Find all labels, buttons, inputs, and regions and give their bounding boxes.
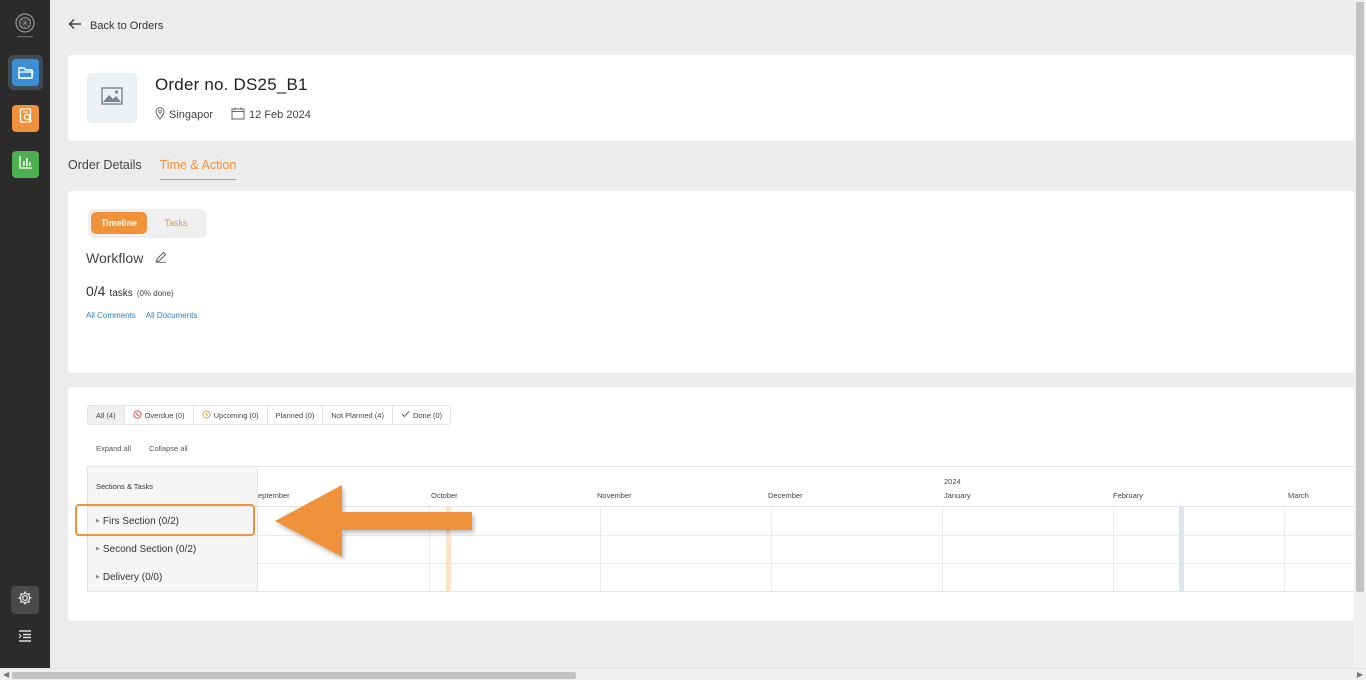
expand-all-button[interactable]: Expand all — [96, 444, 131, 453]
caret-right-icon: ▶ — [96, 546, 100, 552]
gantt-gridline — [1113, 507, 1114, 591]
caret-right-icon: ▶ — [96, 574, 100, 580]
order-meta: Singapor 12 Feb 2024 — [155, 107, 329, 123]
all-comments-link[interactable]: All Comments — [86, 311, 136, 320]
vertical-scrollbar[interactable] — [1354, 0, 1366, 668]
task-filter-bar: All (4) Overdue (0) Upcoming (0) Planned… — [87, 405, 452, 425]
scroll-right-arrow-icon[interactable]: ▶ — [1357, 670, 1363, 679]
upcoming-icon — [202, 409, 211, 421]
calendar-icon — [231, 107, 245, 123]
gantt-section-row[interactable]: ▶ Delivery (0/0) — [88, 563, 257, 591]
filter-upcoming[interactable]: Upcoming (0) — [194, 406, 268, 424]
section-label: Delivery (0/0) — [102, 571, 163, 583]
year-label: 2024 — [944, 477, 961, 486]
gantt-gridline — [600, 507, 601, 591]
tab-time-and-action[interactable]: Time & Action — [159, 158, 237, 180]
workflow-header: Workflow — [86, 250, 167, 266]
month-label: January — [944, 491, 971, 500]
date-marker — [1179, 507, 1184, 591]
workflow-title: Workflow — [86, 250, 144, 266]
order-tabs: Order Details Time & Action — [68, 158, 237, 180]
location-pin-icon — [155, 107, 165, 123]
filter-upcoming-label: Upcoming (0) — [213, 410, 259, 420]
menu-toggle-button[interactable] — [11, 624, 39, 652]
horizontal-scrollbar[interactable]: ◀ ▶ — [0, 668, 1366, 680]
bar-chart-icon — [18, 155, 33, 174]
sidebar-item-orders[interactable] — [8, 55, 43, 90]
filter-planned-label: Planned (0) — [275, 410, 315, 420]
task-percent: (0% done) — [136, 289, 174, 298]
workflow-card: Timeline Tasks Workflow 0/4 tasks (0% do… — [68, 191, 1356, 373]
tab-order-details[interactable]: Order Details — [68, 158, 142, 180]
order-image-placeholder — [87, 73, 137, 123]
sidebar — [0, 0, 50, 680]
task-count-label: tasks — [109, 288, 133, 299]
month-label: November — [597, 491, 632, 500]
edit-pencil-icon[interactable] — [155, 250, 167, 266]
location-text: Singapor — [169, 109, 214, 121]
view-toggle: Timeline Tasks — [88, 209, 207, 238]
highlight-box — [75, 504, 255, 536]
tasks-toggle-button[interactable]: Tasks — [152, 212, 200, 234]
annotation-arrow-icon — [272, 482, 478, 565]
filter-planned[interactable]: Planned (0) — [268, 406, 324, 424]
expand-controls: Expand all Collapse all — [96, 444, 188, 453]
date-text: 12 Feb 2024 — [249, 109, 311, 121]
gantt-gridline — [771, 507, 772, 591]
gantt-section-row[interactable]: ▶ Second Section (0/2) — [88, 535, 257, 563]
sidebar-item-analytics[interactable] — [12, 151, 39, 178]
horizontal-scroll-thumb[interactable] — [12, 672, 576, 679]
order-date: 12 Feb 2024 — [231, 107, 311, 123]
filter-overdue[interactable]: Overdue (0) — [125, 406, 194, 424]
task-count: 0/4 — [86, 283, 106, 299]
order-title: Order no. DS25_B1 — [155, 75, 308, 94]
filter-overdue-label: Overdue (0) — [144, 410, 185, 420]
all-documents-link[interactable]: All Documents — [146, 311, 198, 320]
timeline-toggle-button[interactable]: Timeline — [91, 212, 147, 234]
sidebar-item-reports[interactable] — [12, 105, 39, 132]
section-label: Second Section (0/2) — [102, 543, 197, 555]
month-label: February — [1113, 491, 1144, 500]
filter-not-planned[interactable]: Not Planned (4) — [323, 406, 393, 424]
menu-icon — [18, 629, 32, 647]
vertical-scroll-thumb[interactable] — [1356, 2, 1364, 592]
arrow-left-icon — [68, 18, 82, 33]
gantt-gridline — [942, 507, 943, 591]
filter-all-label: All (4) — [96, 410, 116, 420]
check-icon — [401, 410, 410, 420]
settings-button[interactable] — [11, 586, 39, 614]
filter-done[interactable]: Done (0) — [393, 406, 450, 424]
filter-done-label: Done (0) — [412, 410, 443, 420]
back-label: Back to Orders — [90, 19, 164, 32]
folder-icon — [12, 59, 39, 86]
gantt-gridline — [1284, 507, 1285, 591]
brand-logo-icon[interactable] — [13, 12, 37, 40]
gear-icon — [17, 590, 33, 611]
document-search-icon — [19, 108, 33, 129]
order-location: Singapor — [155, 107, 213, 123]
image-icon — [101, 86, 123, 110]
filter-not-planned-label: Not Planned (4) — [331, 410, 384, 420]
month-label: March — [1288, 491, 1309, 500]
task-progress: 0/4 tasks (0% done) — [86, 283, 174, 299]
timeline-card: All (4) Overdue (0) Upcoming (0) Planned… — [68, 387, 1356, 621]
filter-all[interactable]: All (4) — [88, 406, 125, 424]
collapse-all-button[interactable]: Collapse all — [149, 444, 188, 453]
order-header-card: Order no. DS25_B1 Singapor 12 Feb 2024 — [68, 55, 1356, 141]
overdue-icon — [132, 409, 142, 421]
month-label: December — [768, 491, 803, 500]
back-to-orders-link[interactable]: Back to Orders — [68, 18, 163, 33]
gantt-sections-header: Sections & Tasks — [88, 467, 257, 507]
scroll-left-arrow-icon[interactable]: ◀ — [3, 670, 9, 679]
workflow-links: All Comments All Documents — [86, 311, 197, 320]
